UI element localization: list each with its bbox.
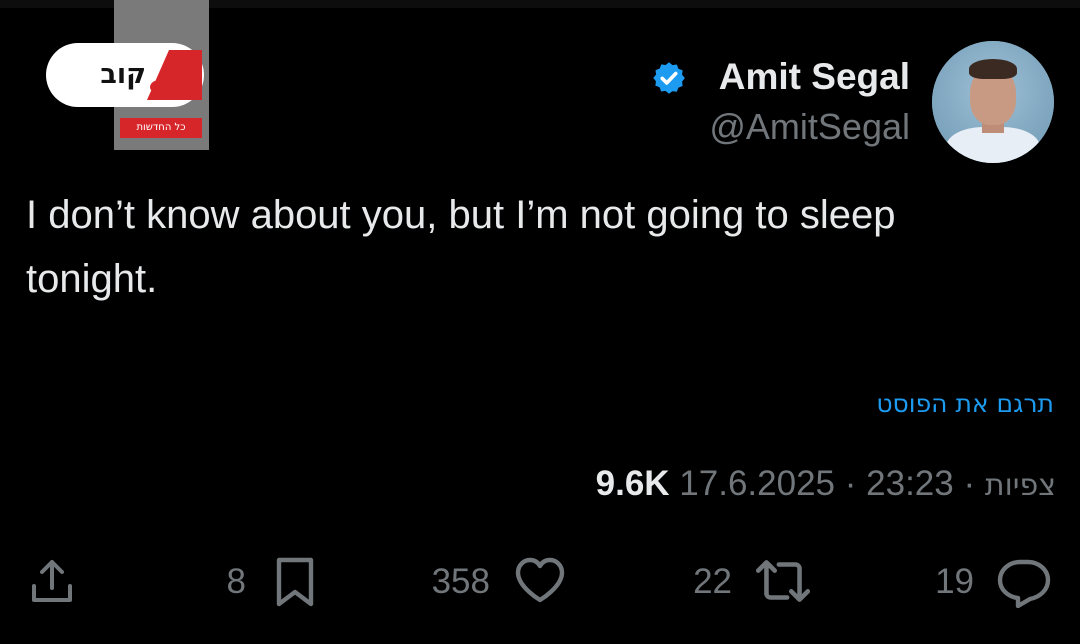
retweet-count: 22 [693, 562, 732, 601]
reply-button[interactable]: 19 [930, 556, 1060, 608]
watermark-logo-text: קוב [100, 59, 146, 90]
meta-separator: · [844, 464, 857, 503]
tweet-meta: 9.6K צפיות · 23:23 · 17.6.2025 [470, 460, 1056, 508]
like-button[interactable]: 358 [410, 556, 570, 608]
reply-icon [997, 559, 1051, 608]
retweet-button[interactable]: 22 [680, 556, 820, 608]
meta-separator: · [963, 464, 976, 503]
tweet-date[interactable]: 17.6.2025 [679, 464, 835, 503]
tweet-time[interactable]: 23:23 [866, 464, 954, 503]
share-icon [32, 560, 72, 602]
like-count: 358 [431, 562, 490, 601]
views-count: 9.6K [595, 464, 670, 503]
translate-post-link[interactable]: תרגם את הפוסט [780, 387, 1054, 421]
author-handle[interactable]: @AmitSegal [640, 106, 910, 148]
reply-count: 19 [935, 562, 974, 601]
bookmark-count: 8 [226, 562, 246, 601]
retweet-icon [755, 560, 811, 602]
share-button[interactable] [24, 556, 80, 608]
heart-icon [515, 557, 565, 603]
views-label: צפיות [984, 468, 1056, 503]
avatar-hair [969, 59, 1017, 79]
bookmark-button[interactable]: 8 [212, 556, 322, 608]
author-name[interactable]: Amit Segal [696, 56, 910, 98]
bookmark-icon [276, 557, 314, 607]
author-avatar[interactable] [932, 41, 1054, 163]
watermark-logo-strip-text: כל החדשות [136, 122, 186, 133]
tweet-text: I don’t know about you, but I’m not goin… [26, 193, 896, 301]
verified-badge-icon [653, 62, 685, 94]
watermark-logo-emblem-dot [150, 80, 170, 94]
